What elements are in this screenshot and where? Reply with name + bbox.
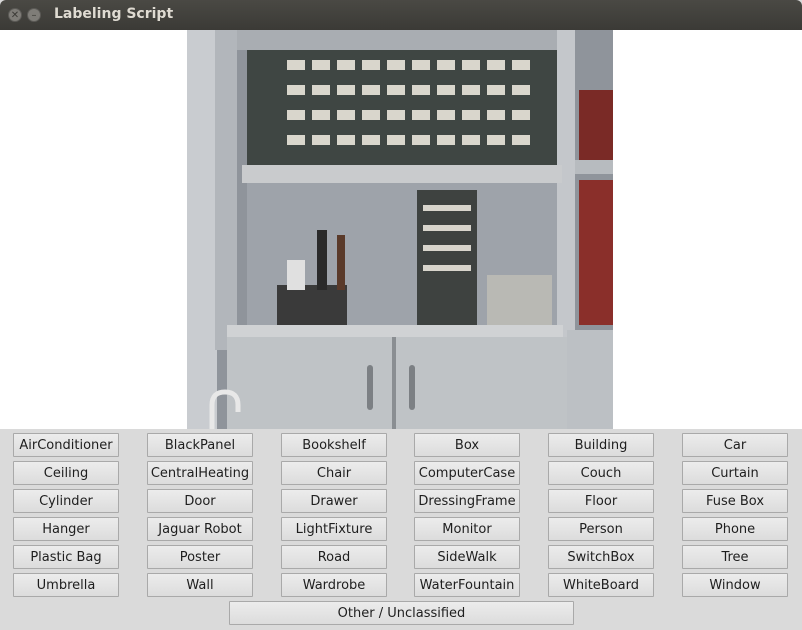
title-bar: ✕ – Labeling Script <box>0 0 802 30</box>
label-button-jaguar-robot[interactable]: Jaguar Robot <box>147 517 253 541</box>
close-icon: ✕ <box>10 10 20 21</box>
label-button-person[interactable]: Person <box>548 517 654 541</box>
label-button-chair[interactable]: Chair <box>281 461 387 485</box>
label-button-wardrobe[interactable]: Wardrobe <box>281 573 387 597</box>
label-button-wall[interactable]: Wall <box>147 573 253 597</box>
label-button-switchbox[interactable]: SwitchBox <box>548 545 654 569</box>
label-button-centralheating[interactable]: CentralHeating <box>147 461 253 485</box>
label-button-blackpanel[interactable]: BlackPanel <box>147 433 253 457</box>
label-button-dressingframe[interactable]: DressingFrame <box>414 489 520 513</box>
label-button-drawer[interactable]: Drawer <box>281 489 387 513</box>
label-button-poster[interactable]: Poster <box>147 545 253 569</box>
label-button-box[interactable]: Box <box>414 433 520 457</box>
label-button-umbrella[interactable]: Umbrella <box>13 573 119 597</box>
label-button-lightfixture[interactable]: LightFixture <box>281 517 387 541</box>
camera-image <box>187 30 613 429</box>
shelf-photo <box>187 30 613 429</box>
label-button-car[interactable]: Car <box>682 433 788 457</box>
label-button-couch[interactable]: Couch <box>548 461 654 485</box>
label-button-monitor[interactable]: Monitor <box>414 517 520 541</box>
label-button-waterfountain[interactable]: WaterFountain <box>414 573 520 597</box>
labeling-window: ✕ – Labeling Script AirConditioner Black… <box>0 0 802 630</box>
label-button-bookshelf[interactable]: Bookshelf <box>281 433 387 457</box>
label-button-phone[interactable]: Phone <box>682 517 788 541</box>
minimize-icon: – <box>31 10 37 21</box>
label-button-sidewalk[interactable]: SideWalk <box>414 545 520 569</box>
window-title: Labeling Script <box>54 6 174 22</box>
other-unclassified-button[interactable]: Other / Unclassified <box>229 601 574 625</box>
image-panel <box>0 30 802 429</box>
label-button-road[interactable]: Road <box>281 545 387 569</box>
label-button-curtain[interactable]: Curtain <box>682 461 788 485</box>
label-button-whiteboard[interactable]: WhiteBoard <box>548 573 654 597</box>
label-button-door[interactable]: Door <box>147 489 253 513</box>
label-button-fuse-box[interactable]: Fuse Box <box>682 489 788 513</box>
label-button-airconditioner[interactable]: AirConditioner <box>13 433 119 457</box>
label-button-plastic-bag[interactable]: Plastic Bag <box>13 545 119 569</box>
label-button-floor[interactable]: Floor <box>548 489 654 513</box>
close-window-button[interactable]: ✕ <box>8 8 22 22</box>
label-button-tree[interactable]: Tree <box>682 545 788 569</box>
label-button-building[interactable]: Building <box>548 433 654 457</box>
label-button-hanger[interactable]: Hanger <box>13 517 119 541</box>
label-button-computercase[interactable]: ComputerCase <box>414 461 520 485</box>
label-button-cylinder[interactable]: Cylinder <box>13 489 119 513</box>
minimize-window-button[interactable]: – <box>27 8 41 22</box>
label-button-ceiling[interactable]: Ceiling <box>13 461 119 485</box>
label-button-window[interactable]: Window <box>682 573 788 597</box>
